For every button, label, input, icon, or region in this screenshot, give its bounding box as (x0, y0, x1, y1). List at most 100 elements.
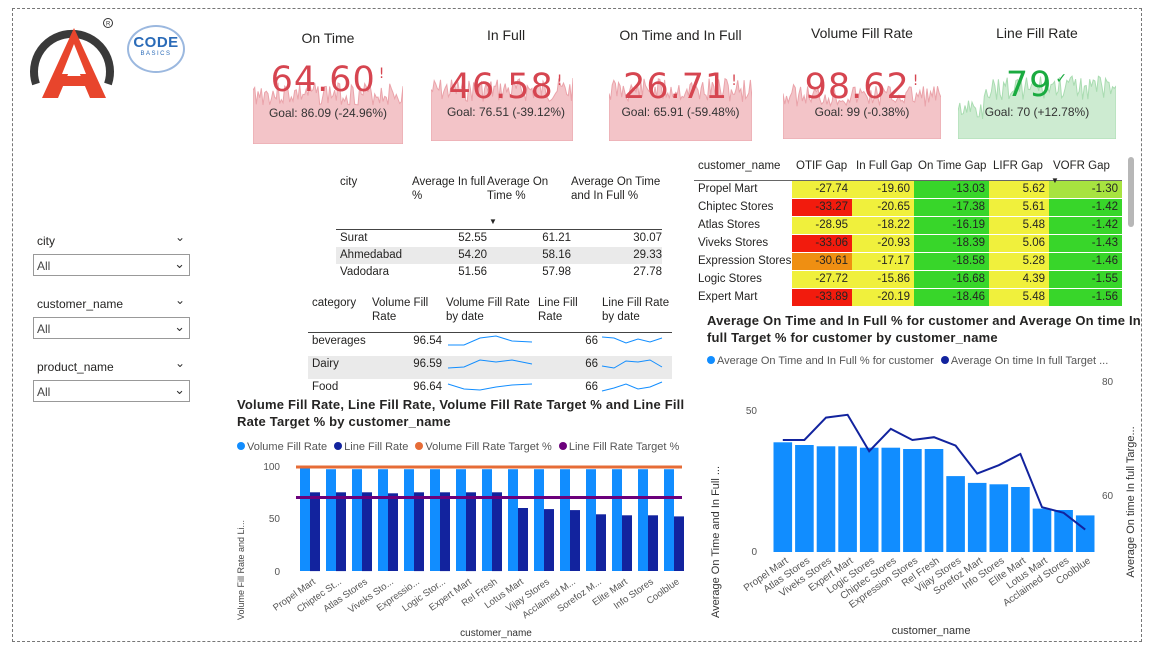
bar-line-fill-rate[interactable] (440, 492, 450, 572)
column-header[interactable]: Average On Time and In Full % (571, 175, 662, 230)
kpi-card-line-fill-rate[interactable]: Line Fill Rate 79 ✓ Goal: 70 (+12.78%) (958, 25, 1116, 139)
column-header[interactable]: Volume Fill Rate (372, 296, 442, 333)
sort-desc-icon: ▼ (489, 217, 497, 226)
table-row[interactable]: Expression Stores -30.61 -17.17 -18.58 5.28-… (694, 252, 1122, 271)
legend-item[interactable]: Volume Fill Rate (237, 441, 327, 453)
table-scrollbar-thumb[interactable] (1128, 157, 1134, 227)
bar-otif[interactable] (1075, 515, 1095, 552)
table-cell: -20.65 (852, 198, 914, 217)
table-row[interactable]: beverages 96.54 66 (308, 332, 672, 356)
kpi-card-on-time[interactable]: On Time 64.60! Goal: 86.09 (-24.96%) (253, 30, 403, 144)
table-row[interactable]: Ahmedabad 54.20 58.16 29.33 (336, 246, 662, 264)
column-header[interactable]: LIFR Gap (989, 156, 1049, 181)
bar-volume-fill-rate[interactable] (378, 469, 388, 571)
bar-line-fill-rate[interactable] (388, 493, 398, 571)
table-row[interactable]: Viveks Stores -33.06 -20.93 -18.39 5.06 -1.43 (694, 234, 1122, 253)
bar-line-fill-rate[interactable] (310, 492, 320, 572)
bar-otif[interactable] (773, 442, 793, 552)
bar-otif[interactable] (967, 482, 987, 552)
bar-otif[interactable] (859, 447, 879, 552)
bar-otif[interactable] (946, 476, 965, 552)
bar-line-fill-rate[interactable] (570, 510, 580, 571)
legend-item[interactable]: Line Fill Rate Target % (558, 441, 679, 453)
legend-item[interactable]: Line Fill Rate (334, 441, 408, 453)
column-header[interactable]: city (336, 175, 412, 230)
table-cell: -17.38 (914, 198, 989, 217)
table-row[interactable]: Logic Stores -27.72 -15.86 -16.68 4.39 -1.55 (694, 270, 1122, 289)
bar-line-fill-rate[interactable] (414, 492, 424, 572)
fill-chart-title: Volume Fill Rate, Line Fill Rate, Volume… (237, 397, 685, 429)
legend-item[interactable]: Average On time In full Target ... (940, 355, 1108, 367)
kpi-title: Line Fill Rate (996, 25, 1078, 41)
bar-otif[interactable] (1054, 510, 1073, 552)
table-cell: -19.60 (852, 180, 914, 199)
bar-volume-fill-rate[interactable] (560, 469, 570, 571)
table-row[interactable]: Surat 52.55 61.21 30.07 (336, 229, 662, 247)
slicer-product-dropdown[interactable]: All ⌄ (33, 380, 190, 402)
bar-volume-fill-rate[interactable] (352, 469, 362, 571)
column-header[interactable]: customer_name (694, 156, 792, 181)
bar-volume-fill-rate[interactable] (482, 469, 492, 571)
bar-volume-fill-rate[interactable] (586, 469, 596, 571)
column-header[interactable]: Average In full % (412, 175, 487, 230)
bar-otif[interactable] (903, 449, 922, 552)
y-tick-label: 0 (274, 567, 280, 578)
bar-line-fill-rate[interactable] (596, 514, 606, 571)
table-cell: Propel Mart (694, 180, 792, 199)
bar-volume-fill-rate[interactable] (534, 469, 544, 571)
column-header[interactable]: Line Fill Rate by date (598, 296, 672, 333)
bar-otif[interactable] (795, 445, 814, 552)
table-row[interactable]: Atlas Stores -28.95 -18.22 -16.19 5.48 -1.42 (694, 216, 1122, 235)
column-header[interactable]: Line Fill Rate (538, 296, 598, 333)
table-row[interactable]: Chiptec Stores -33.27 -20.65 -17.38 5.61 -1.4… (694, 198, 1122, 217)
bar-volume-fill-rate[interactable] (430, 469, 440, 571)
column-header[interactable]: category (308, 296, 372, 333)
bar-otif[interactable] (838, 446, 857, 552)
bar-line-fill-rate[interactable] (466, 492, 476, 572)
bar-volume-fill-rate[interactable] (404, 469, 414, 571)
bar-line-fill-rate[interactable] (336, 492, 346, 572)
bar-volume-fill-rate[interactable] (300, 468, 310, 571)
table-row[interactable]: Dairy 96.59 66 (308, 355, 672, 379)
chevron-down-icon[interactable]: ⌄ (175, 356, 185, 370)
column-header[interactable]: In Full Gap (852, 156, 914, 181)
bar-otif[interactable] (881, 447, 901, 552)
bar-volume-fill-rate[interactable] (638, 469, 648, 571)
bar-line-fill-rate[interactable] (518, 508, 528, 571)
column-header[interactable]: Volume Fill Rate by date (442, 296, 538, 333)
bar-line-fill-rate[interactable] (362, 492, 372, 572)
bar-otif[interactable] (989, 484, 1009, 552)
kpi-card-volume-fill-rate[interactable]: Volume Fill Rate 98.62! Goal: 99 (-0.38%… (783, 25, 941, 139)
bar-otif[interactable] (816, 446, 836, 552)
bar-volume-fill-rate[interactable] (508, 469, 518, 571)
kpi-card-in-full[interactable]: In Full 46.58! Goal: 76.51 (-39.12%) (431, 27, 581, 141)
chevron-down-icon[interactable]: ⌄ (175, 230, 185, 244)
bar-line-fill-rate[interactable] (674, 516, 684, 571)
column-header[interactable]: On Time Gap (914, 156, 989, 181)
bar-volume-fill-rate[interactable] (612, 469, 622, 571)
bar-line-fill-rate[interactable] (544, 509, 554, 571)
bar-volume-fill-rate[interactable] (456, 469, 466, 571)
chevron-down-icon[interactable]: ⌄ (175, 293, 185, 307)
fill-chart-ylabel: Volume Fill Rate and Li... (236, 520, 246, 620)
slicer-customer-dropdown[interactable]: All ⌄ (33, 317, 190, 339)
bar-otif[interactable] (924, 449, 944, 552)
legend-item[interactable]: Average On Time and In Full % for custom… (707, 355, 934, 367)
table-sparkline (442, 355, 538, 379)
slicer-city-dropdown[interactable]: All ⌄ (33, 254, 190, 276)
kpi-card-otif[interactable]: On Time and In Full 26.71! Goal: 65.91 (… (609, 27, 752, 141)
bar-line-fill-rate[interactable] (622, 515, 632, 571)
legend-item[interactable]: Volume Fill Rate Target % (415, 441, 552, 453)
column-header[interactable]: Average On Time % ▼ (487, 175, 571, 230)
bar-volume-fill-rate[interactable] (326, 469, 336, 571)
table-row[interactable]: Expert Mart -33.89 -20.19 -18.46 5.48 -1.56 (694, 288, 1122, 307)
column-header[interactable]: VOFR Gap ▼ (1049, 156, 1122, 185)
column-header[interactable]: OTIF Gap (792, 156, 852, 181)
bar-line-fill-rate[interactable] (648, 515, 658, 571)
bar-otif[interactable] (1011, 487, 1030, 552)
sort-desc-icon: ▼ (1051, 176, 1059, 185)
bar-otif[interactable] (1032, 508, 1052, 552)
bar-line-fill-rate[interactable] (492, 492, 502, 572)
bar-volume-fill-rate[interactable] (664, 469, 674, 571)
table-row[interactable]: Vadodara 51.56 57.98 27.78 (336, 264, 662, 281)
